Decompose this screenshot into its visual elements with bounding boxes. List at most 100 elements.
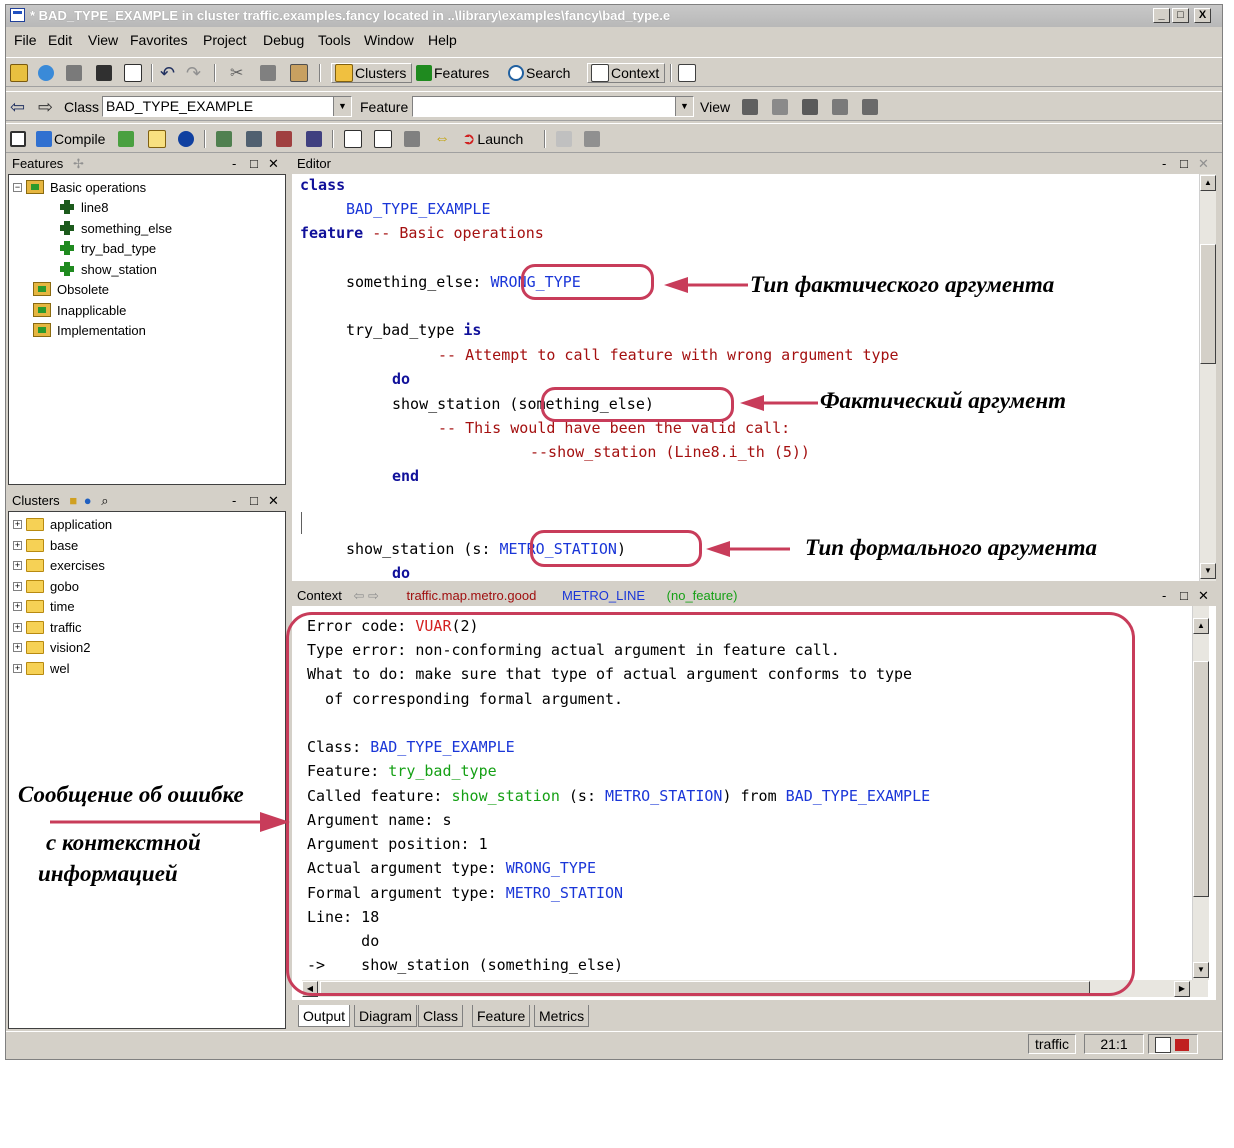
menu-debug[interactable]: Debug (263, 32, 304, 48)
view-flat-short-icon[interactable] (862, 97, 880, 117)
view-interface-icon[interactable] (832, 97, 850, 117)
clean-icon[interactable] (306, 129, 324, 149)
panel-maximize-icon[interactable]: □ (250, 492, 258, 510)
menu-window[interactable]: Window (364, 32, 414, 48)
features-button[interactable]: Features (416, 63, 489, 83)
minimize-button[interactable]: _ (1153, 8, 1170, 23)
edit-icon[interactable] (1155, 1037, 1171, 1054)
clusters-button[interactable]: Clusters (331, 63, 412, 83)
panel-maximize-icon[interactable]: □ (250, 155, 258, 173)
folder-icon[interactable]: ■ (69, 493, 77, 508)
tree-item[interactable]: something_else (59, 219, 172, 237)
new-tab-icon[interactable] (678, 63, 698, 83)
expand-icon[interactable]: + (13, 622, 22, 632)
copy-icon[interactable] (260, 63, 278, 83)
toggle-icon[interactable]: ⇔ (434, 129, 450, 149)
step-out-icon[interactable] (374, 129, 394, 149)
step-over-icon[interactable] (404, 129, 422, 149)
stop-hand-icon[interactable] (556, 129, 574, 149)
save-all-icon[interactable] (124, 63, 144, 83)
tree-item[interactable]: line8 (59, 198, 108, 216)
title-bar[interactable]: * BAD_TYPE_EXAMPLE in cluster traffic.ex… (6, 5, 1222, 27)
panel-close-icon[interactable]: ✕ (268, 155, 279, 173)
panel-close-icon[interactable]: ✕ (1198, 155, 1209, 173)
menu-edit[interactable]: Edit (48, 32, 72, 48)
new-class-icon[interactable] (38, 63, 56, 83)
editor-panel-header[interactable]: Editor - □ ✕ (292, 155, 1216, 173)
tree-item[interactable]: − Basic operations (13, 178, 146, 196)
view-text-icon[interactable] (742, 97, 760, 117)
expand-icon[interactable]: + (13, 601, 22, 611)
panel-maximize-icon[interactable]: □ (1180, 155, 1188, 173)
forward-icon[interactable]: ⇨ (368, 588, 379, 603)
panel-close-icon[interactable]: ✕ (1198, 587, 1209, 605)
save-icon[interactable] (96, 63, 114, 83)
system-icon[interactable] (10, 129, 28, 149)
back-icon[interactable]: ⇦ (10, 97, 25, 117)
tree-item[interactable]: + vision2 (13, 638, 90, 656)
tree-item[interactable]: Inapplicable (33, 301, 126, 319)
tree-item[interactable]: + traffic (13, 618, 82, 636)
view-contract-icon[interactable] (772, 97, 790, 117)
tree-item[interactable]: + wel (13, 659, 70, 677)
feature-combo[interactable]: ▼ (412, 96, 694, 117)
help-icon[interactable] (148, 129, 168, 149)
app-icon[interactable] (10, 8, 25, 22)
search-button[interactable]: Search (508, 63, 570, 83)
pin-icon[interactable]: ✢ (73, 156, 84, 171)
compile-status-icon[interactable] (1174, 1039, 1189, 1052)
redo-icon[interactable]: ↷ (186, 63, 201, 83)
panel-minimize-icon[interactable]: - (232, 492, 236, 510)
finalize-icon[interactable] (118, 129, 136, 149)
compile-button[interactable]: Compile (36, 129, 105, 149)
scroll-down-icon[interactable]: ▼ (1193, 962, 1209, 978)
paste-icon[interactable] (290, 63, 310, 83)
context-button[interactable]: Context (587, 63, 665, 83)
chevron-down-icon[interactable]: ▼ (333, 97, 351, 116)
expand-icon[interactable]: + (13, 560, 22, 570)
tree-item[interactable]: + time (13, 597, 75, 615)
menu-tools[interactable]: Tools (318, 32, 351, 48)
launch-button[interactable]: ➲ Launch (462, 129, 523, 149)
back-icon[interactable]: ⇦ (353, 588, 364, 603)
tab-diagram[interactable]: Diagram (354, 1005, 417, 1027)
features-panel-header[interactable]: Features ✢ - □ ✕ (8, 155, 286, 173)
warnings-icon[interactable] (246, 129, 264, 149)
tab-class[interactable]: Class (418, 1005, 464, 1027)
new-project-icon[interactable] (10, 63, 30, 83)
expand-icon[interactable]: + (13, 540, 22, 550)
expand-icon[interactable]: + (13, 642, 22, 652)
chevron-down-icon[interactable]: ▼ (675, 97, 693, 116)
menu-view[interactable]: View (88, 32, 118, 48)
cut-icon[interactable]: ✂ (230, 63, 243, 83)
tree-item[interactable]: + application (13, 515, 112, 533)
panel-maximize-icon[interactable]: □ (1180, 587, 1188, 605)
output-scrollbar[interactable]: ▲ ▼ (1192, 606, 1209, 980)
close-button[interactable]: X (1194, 8, 1211, 23)
menu-help[interactable]: Help (428, 32, 457, 48)
new-feature-icon[interactable] (66, 63, 84, 83)
expand-icon[interactable]: + (13, 663, 22, 673)
context-panel-header[interactable]: Context ⇦ ⇨ traffic.map.metro.good METRO… (292, 587, 1216, 605)
expand-icon[interactable]: + (13, 581, 22, 591)
menu-file[interactable]: File (14, 32, 37, 48)
search-icon[interactable]: ⌕ (101, 493, 108, 508)
undo-icon[interactable]: ↶ (160, 63, 175, 83)
tab-feature[interactable]: Feature (472, 1005, 531, 1027)
stop-icon[interactable] (276, 129, 294, 149)
panel-close-icon[interactable]: ✕ (268, 492, 279, 510)
tree-item[interactable]: try_bad_type (59, 239, 156, 257)
panel-minimize-icon[interactable]: - (1162, 155, 1166, 173)
class-combo[interactable]: BAD_TYPE_EXAMPLE ▼ (102, 96, 352, 117)
errors-icon[interactable] (216, 129, 234, 149)
scroll-down-icon[interactable]: ▼ (1200, 563, 1216, 579)
editor-scrollbar[interactable]: ▲ ▼ (1199, 174, 1216, 581)
expand-icon[interactable]: + (13, 519, 22, 529)
forward-icon[interactable]: ⇨ (38, 97, 53, 117)
tree-item[interactable]: show_station (59, 260, 157, 278)
collapse-icon[interactable]: − (13, 182, 22, 192)
info-icon[interactable] (178, 129, 196, 149)
tree-item[interactable]: Implementation (33, 321, 146, 339)
class-icon[interactable]: ● (84, 493, 92, 508)
tab-metrics[interactable]: Metrics (534, 1005, 590, 1027)
